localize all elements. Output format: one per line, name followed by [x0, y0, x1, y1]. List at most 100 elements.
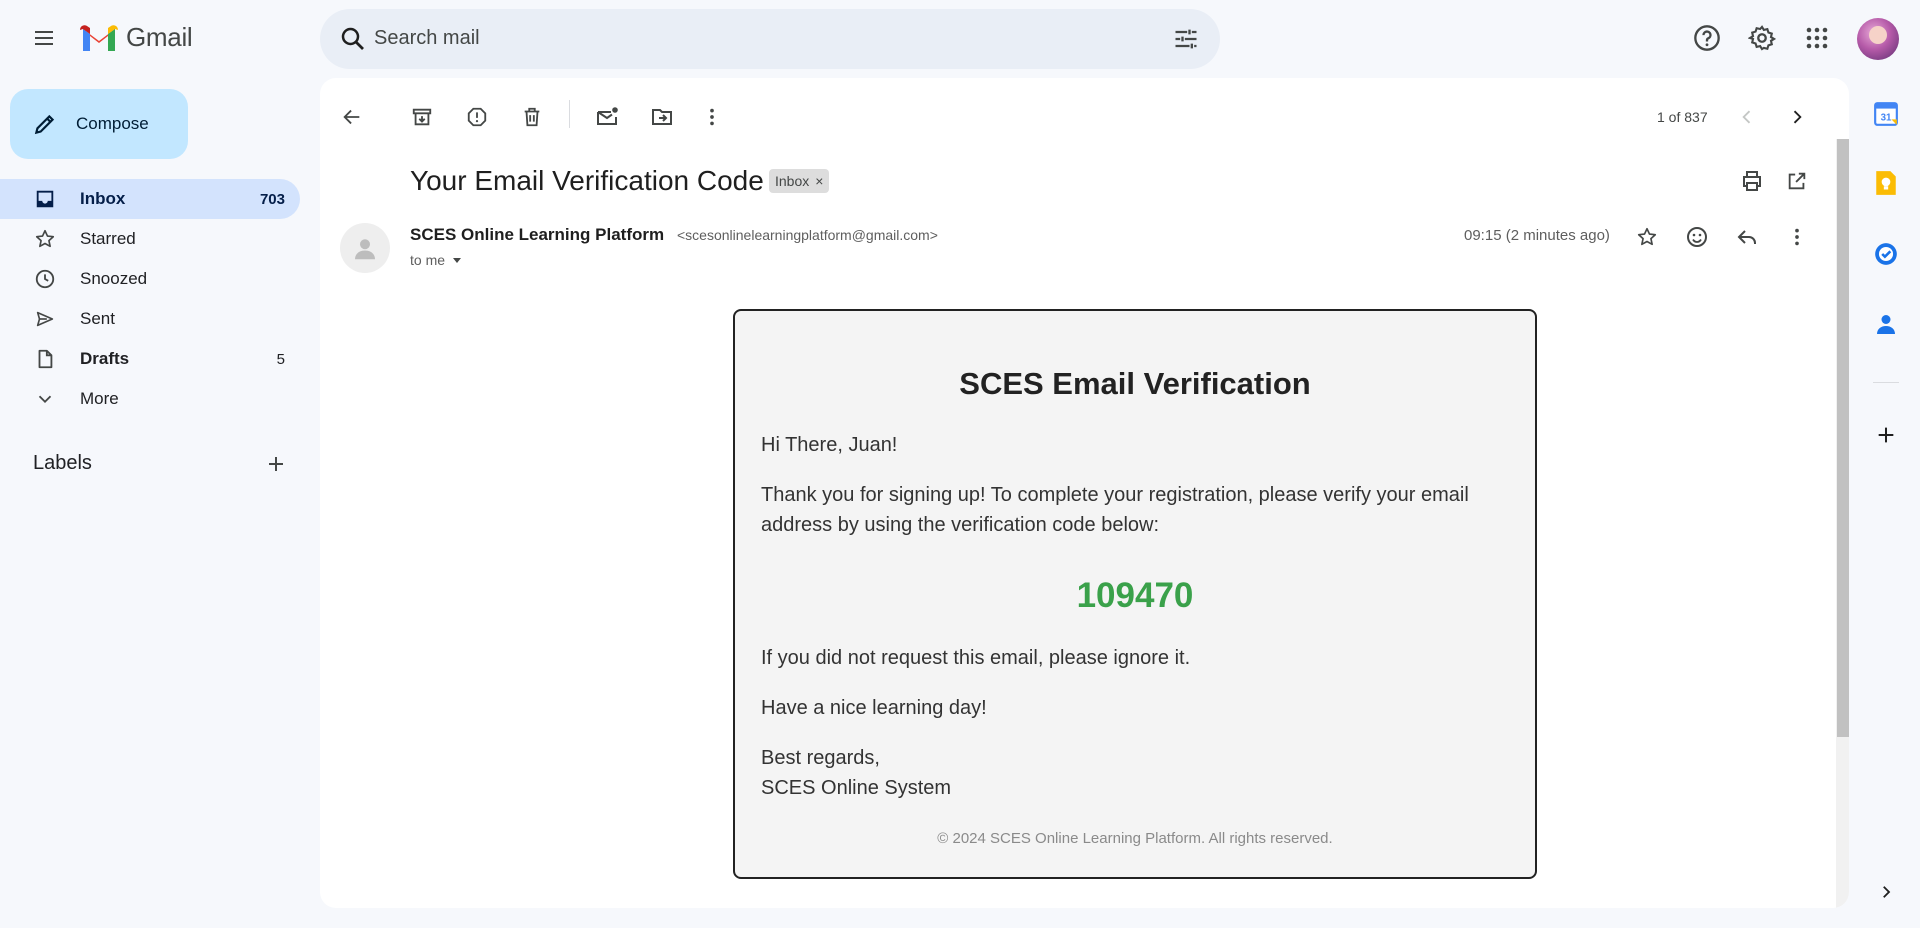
- plus-icon: [1878, 427, 1894, 443]
- closing-wish: Have a nice learning day!: [761, 697, 987, 719]
- keep-icon: [1876, 171, 1896, 195]
- gmail-m-icon: [80, 24, 118, 51]
- sender-email: <scesonlinelearningplatform@gmail.com>: [677, 227, 938, 243]
- inbox-icon: [32, 186, 58, 212]
- tasks-app-button[interactable]: [1871, 239, 1901, 269]
- chevron-left-icon: [1742, 110, 1751, 124]
- caret-down-icon: [453, 258, 462, 263]
- trash-icon: [524, 107, 540, 127]
- hide-side-panel-button[interactable]: [1871, 877, 1901, 907]
- delete-button[interactable]: [512, 97, 552, 137]
- report-spam-button[interactable]: [457, 97, 497, 137]
- google-apps-button[interactable]: [1795, 16, 1839, 60]
- recipient-details[interactable]: to me: [410, 252, 463, 268]
- labels-heading: Labels: [33, 452, 92, 474]
- search-input[interactable]: [374, 27, 1074, 50]
- contacts-icon: [1877, 315, 1895, 334]
- sidebar-item-label: Starred: [80, 229, 136, 248]
- message-view: 1 of 837 Your Email Verification Code In…: [320, 78, 1849, 908]
- rail-divider: [1873, 382, 1899, 383]
- send-icon: [32, 306, 58, 332]
- calendar-app-button[interactable]: 31: [1871, 99, 1901, 129]
- pagination-text: 1 of 837: [1657, 109, 1708, 125]
- settings-button[interactable]: [1740, 16, 1784, 60]
- signature: SCES Online System: [761, 777, 952, 799]
- open-in-new-icon: [1788, 172, 1806, 190]
- contacts-app-button[interactable]: [1871, 309, 1901, 339]
- sidebar-item-starred[interactable]: Starred: [0, 219, 300, 259]
- verification-code: 109470: [1076, 576, 1194, 615]
- reply-icon: [1737, 230, 1756, 244]
- email-heading: SCES Email Verification: [959, 366, 1311, 401]
- create-label-button[interactable]: [264, 452, 288, 476]
- get-addons-button[interactable]: [1871, 420, 1901, 450]
- sender-name[interactable]: SCES Online Learning Platform: [410, 225, 664, 245]
- top-bar: Gmail: [0, 0, 1920, 78]
- keep-app-button[interactable]: [1871, 168, 1901, 198]
- sidebar-item-snoozed[interactable]: Snoozed: [0, 259, 300, 299]
- sender-avatar[interactable]: [340, 223, 390, 273]
- email-subject: Your Email Verification Code: [410, 165, 764, 196]
- report-icon: [467, 107, 487, 127]
- sidebar-item-more[interactable]: More: [0, 379, 300, 419]
- open-new-window-button[interactable]: [1777, 161, 1817, 201]
- chevron-down-icon: [32, 386, 58, 412]
- more-vert-icon: [710, 108, 714, 126]
- move-to-button[interactable]: [642, 97, 682, 137]
- scrollbar-thumb[interactable]: [1837, 139, 1849, 737]
- sidebar-item-drafts[interactable]: Drafts 5: [0, 339, 300, 379]
- sidebar-item-sent[interactable]: Sent: [0, 299, 300, 339]
- received-time: 09:15 (2 minutes ago): [1464, 227, 1610, 244]
- back-button[interactable]: [332, 97, 372, 137]
- sidebar-item-label: More: [80, 389, 119, 408]
- ignore-note: If you did not request this email, pleas…: [761, 647, 1191, 669]
- compose-button[interactable]: Compose: [10, 89, 188, 159]
- copyright-footer: © 2024 SCES Online Learning Platform. Al…: [937, 830, 1333, 847]
- more-vert-icon: [1795, 228, 1799, 246]
- newer-button[interactable]: [1727, 97, 1767, 137]
- account-avatar[interactable]: [1857, 18, 1899, 60]
- support-button[interactable]: [1685, 16, 1729, 60]
- older-button[interactable]: [1777, 97, 1817, 137]
- compose-label: Compose: [76, 114, 149, 133]
- search-options-icon[interactable]: [1172, 25, 1200, 53]
- greeting: Hi There, Juan!: [761, 434, 898, 456]
- clock-icon: [32, 266, 58, 292]
- remove-label-icon[interactable]: ×: [815, 173, 823, 189]
- plus-icon: [269, 457, 283, 471]
- recipient-text: to me: [410, 252, 446, 268]
- emoji-icon: [1687, 227, 1707, 247]
- arrow-back-icon: [343, 109, 360, 125]
- sign-off: Best regards,: [761, 747, 880, 769]
- search-icon[interactable]: [338, 24, 368, 54]
- star-icon: [32, 226, 58, 252]
- message-more-button[interactable]: [1777, 217, 1817, 257]
- apps-grid-icon: [1806, 27, 1828, 49]
- gear-icon: [1748, 25, 1776, 51]
- label-chip: Inbox ×: [769, 169, 830, 193]
- mark-unread-button[interactable]: [587, 97, 627, 137]
- svg-text:31: 31: [1881, 113, 1892, 124]
- archive-icon: [412, 108, 432, 126]
- star-outline-icon: [1637, 227, 1657, 246]
- person-icon: [355, 239, 375, 260]
- sidebar-item-label: Drafts: [80, 349, 130, 368]
- print-icon: [1743, 171, 1761, 191]
- sidebar-item-inbox[interactable]: Inbox 703: [0, 179, 300, 219]
- app-name: Gmail: [126, 22, 193, 52]
- more-actions-button[interactable]: [692, 97, 732, 137]
- sidebar-item-label: Sent: [80, 309, 115, 328]
- gmail-logo[interactable]: Gmail: [80, 22, 193, 53]
- label-chip-text: Inbox: [775, 173, 810, 189]
- drafts-count: 5: [276, 350, 285, 368]
- help-icon: [1694, 25, 1720, 51]
- main-menu-button[interactable]: [20, 18, 68, 58]
- toolbar-divider: [569, 100, 570, 128]
- reply-button[interactable]: [1727, 217, 1767, 257]
- archive-button[interactable]: [402, 97, 442, 137]
- draft-icon: [32, 346, 58, 372]
- print-button[interactable]: [1732, 161, 1772, 201]
- mail-unread-icon: [597, 107, 618, 125]
- add-reaction-button[interactable]: [1677, 217, 1717, 257]
- star-button[interactable]: [1627, 217, 1667, 257]
